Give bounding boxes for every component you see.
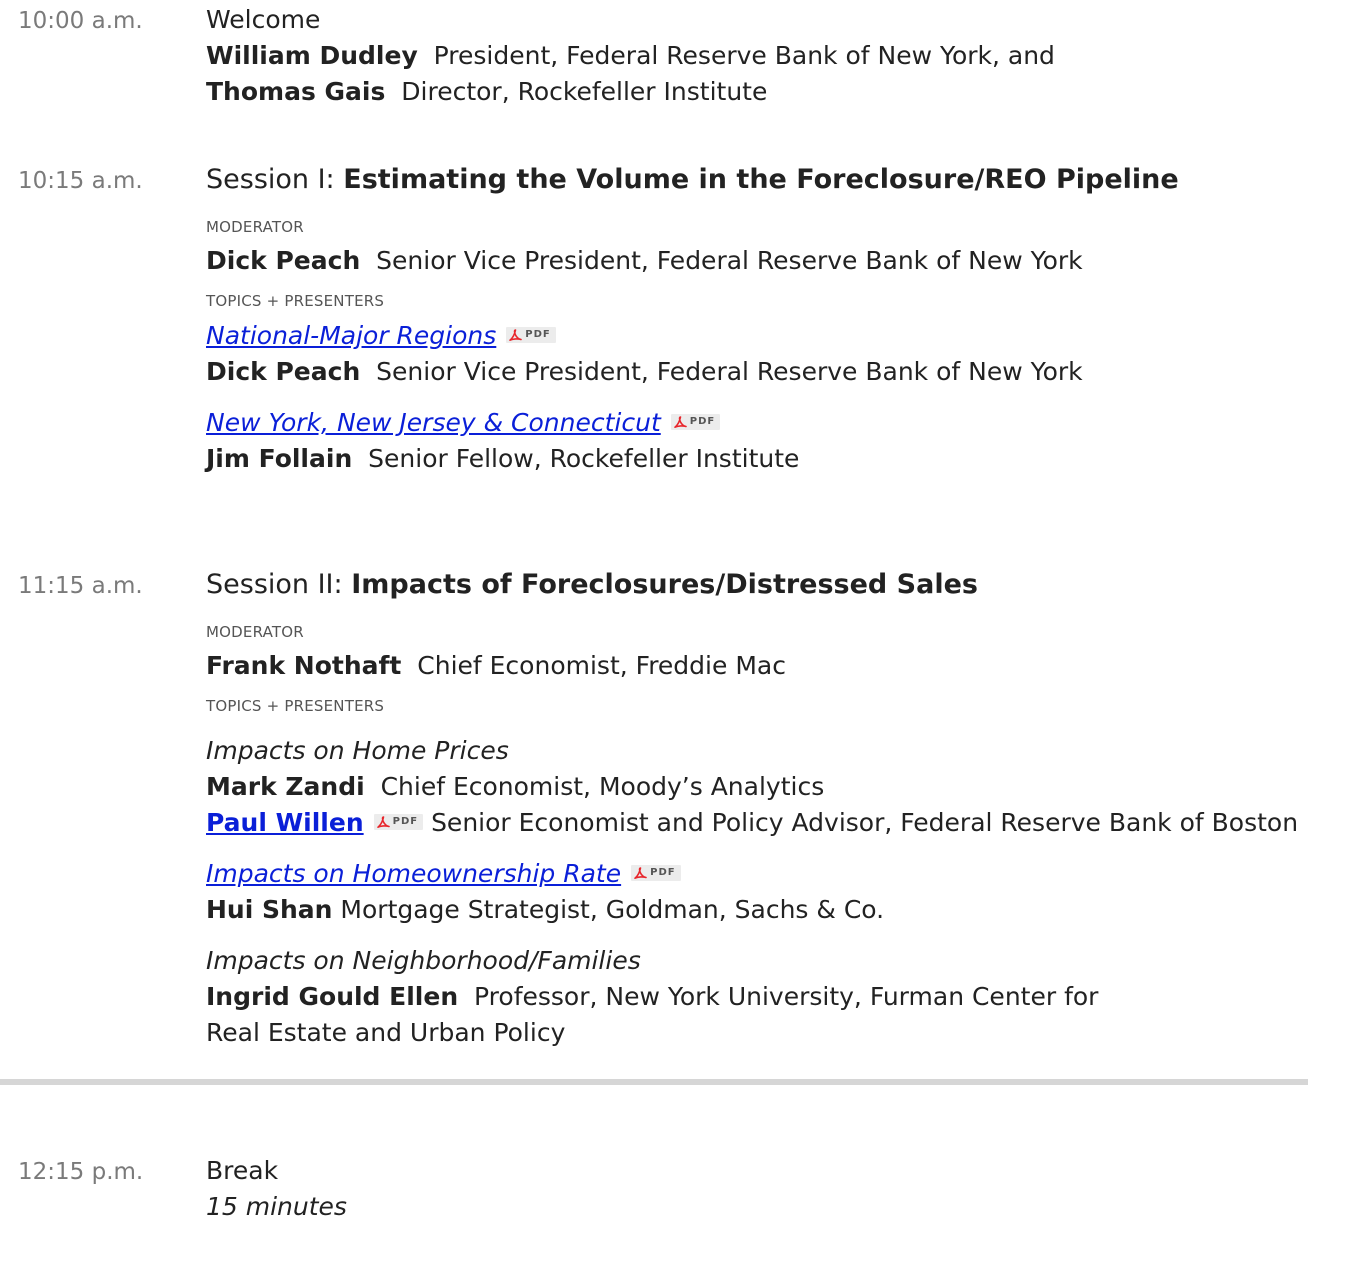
speaker-line: Thomas Gais Director, Rockefeller Instit…	[206, 74, 1346, 110]
presenter-role: Chief Economist, Moody’s Analytics	[380, 772, 825, 801]
presenter-role: Senior Fellow, Rockefeller Institute	[368, 444, 800, 473]
presenter-name: Dick Peach	[206, 357, 361, 386]
topic-title: Impacts on Neighborhood/Families	[206, 943, 1346, 979]
presenter-line: Jim Follain Senior Fellow, Rockefeller I…	[206, 441, 1346, 477]
pdf-label: PDF	[650, 867, 676, 878]
speaker-role: Director, Rockefeller Institute	[401, 77, 768, 106]
welcome-title: Welcome	[206, 5, 321, 34]
presenter-name: Hui Shan	[206, 895, 333, 924]
presenter-role-cont: Real Estate and Urban Policy	[206, 1018, 566, 1047]
moderator-role: Senior Vice President, Federal Reserve B…	[376, 246, 1083, 275]
session1-prefix: Session I:	[206, 164, 335, 195]
speaker-role: President, Federal Reserve Bank of New Y…	[433, 41, 1055, 70]
presenter-role: Senior Vice President, Federal Reserve B…	[376, 357, 1083, 386]
moderator-name: Dick Peach	[206, 246, 361, 275]
moderator-line: Frank Nothaft Chief Economist, Freddie M…	[206, 648, 1346, 684]
adobe-pdf-icon	[509, 329, 523, 341]
pdf-badge[interactable]: PDF	[506, 327, 556, 343]
presenter-name: Mark Zandi	[206, 772, 365, 801]
presenter-link-paul-willen[interactable]: Paul Willen	[206, 808, 364, 837]
topic-title-line: New York, New Jersey & Connecticut PDF	[206, 405, 1346, 441]
welcome-time: 10:00 a.m.	[18, 8, 143, 34]
session1-heading: Session I: Estimating the Volume in the …	[206, 162, 1346, 198]
adobe-pdf-icon	[634, 867, 647, 879]
presenter-role: Professor, New York University, Furman C…	[474, 982, 1099, 1011]
pdf-label: PDF	[525, 329, 551, 340]
pdf-label: PDF	[689, 416, 716, 427]
presenter-line: Paul Willen PDF Senior Economist and Poli…	[206, 805, 1346, 841]
presenter-name: Ingrid Gould Ellen	[206, 982, 459, 1011]
presenter-role: Senior Economist and Policy Advisor, Fed…	[431, 808, 1299, 837]
pdf-badge[interactable]: PDF	[631, 865, 681, 881]
topic-link-national-major-regions[interactable]: National-Major Regions	[206, 321, 496, 350]
welcome-block: Welcome William Dudley President, Federa…	[206, 2, 1346, 110]
presenter-line: Mark Zandi Chief Economist, Moody’s Anal…	[206, 769, 1346, 805]
presenter-role: Mortgage Strategist, Goldman, Sachs & Co…	[340, 895, 885, 924]
session1-time: 10:15 a.m.	[18, 168, 143, 194]
topic-title-line: National-Major Regions PDF	[206, 318, 1346, 354]
session2-title: Impacts of Foreclosures/Distressed Sales	[351, 569, 978, 600]
session1-block: Session I: Estimating the Volume in the …	[206, 162, 1346, 477]
topic-title: Impacts on Home Prices	[206, 733, 1346, 769]
presenter-name: Jim Follain	[206, 444, 353, 473]
adobe-pdf-icon	[673, 416, 687, 428]
speaker-name: William Dudley	[206, 41, 418, 70]
adobe-pdf-icon	[376, 816, 390, 828]
moderator-label: MODERATOR	[206, 218, 304, 236]
topic-title-text: Impacts on Home Prices	[206, 736, 509, 765]
break-duration: 15 minutes	[206, 1189, 1346, 1225]
session2-block: Session II: Impacts of Foreclosures/Dist…	[206, 567, 1346, 1051]
session2-heading: Session II: Impacts of Foreclosures/Dist…	[206, 567, 1346, 603]
pdf-badge[interactable]: PDF	[373, 814, 424, 830]
topic-title-text: Impacts on Neighborhood/Families	[206, 946, 641, 975]
break-time: 12:15 p.m.	[18, 1159, 144, 1185]
moderator-name: Frank Nothaft	[206, 651, 402, 680]
topic-link-ny-nj-ct[interactable]: New York, New Jersey & Connecticut	[206, 408, 661, 437]
pdf-label: PDF	[392, 816, 419, 827]
break-title: Break	[206, 1156, 279, 1185]
speaker-name: Thomas Gais	[206, 77, 386, 106]
moderator-label: MODERATOR	[206, 623, 304, 641]
break-block: Break 15 minutes	[206, 1153, 1346, 1225]
session2-prefix: Session II:	[206, 569, 343, 600]
presenter-line: Hui Shan Mortgage Strategist, Goldman, S…	[206, 892, 1346, 928]
pdf-badge[interactable]: PDF	[670, 414, 721, 430]
topic-link-homeownership-rate[interactable]: Impacts on Homeownership Rate	[206, 859, 621, 888]
session1-title: Estimating the Volume in the Foreclosure…	[343, 164, 1179, 195]
moderator-line: Dick Peach Senior Vice President, Federa…	[206, 243, 1346, 279]
topics-label: TOPICS + PRESENTERS	[206, 292, 385, 310]
moderator-role: Chief Economist, Freddie Mac	[417, 651, 786, 680]
presenter-line: Dick Peach Senior Vice President, Federa…	[206, 354, 1346, 390]
section-divider	[0, 1079, 1308, 1085]
topic-title-line: Impacts on Homeownership Rate PDF	[206, 856, 1346, 892]
speaker-line: William Dudley President, Federal Reserv…	[206, 38, 1346, 74]
presenter-line: Ingrid Gould Ellen Professor, New York U…	[206, 979, 1346, 1015]
break-duration-text: 15 minutes	[206, 1192, 347, 1221]
session2-time: 11:15 a.m.	[18, 573, 143, 599]
topics-label: TOPICS + PRESENTERS	[206, 697, 385, 715]
